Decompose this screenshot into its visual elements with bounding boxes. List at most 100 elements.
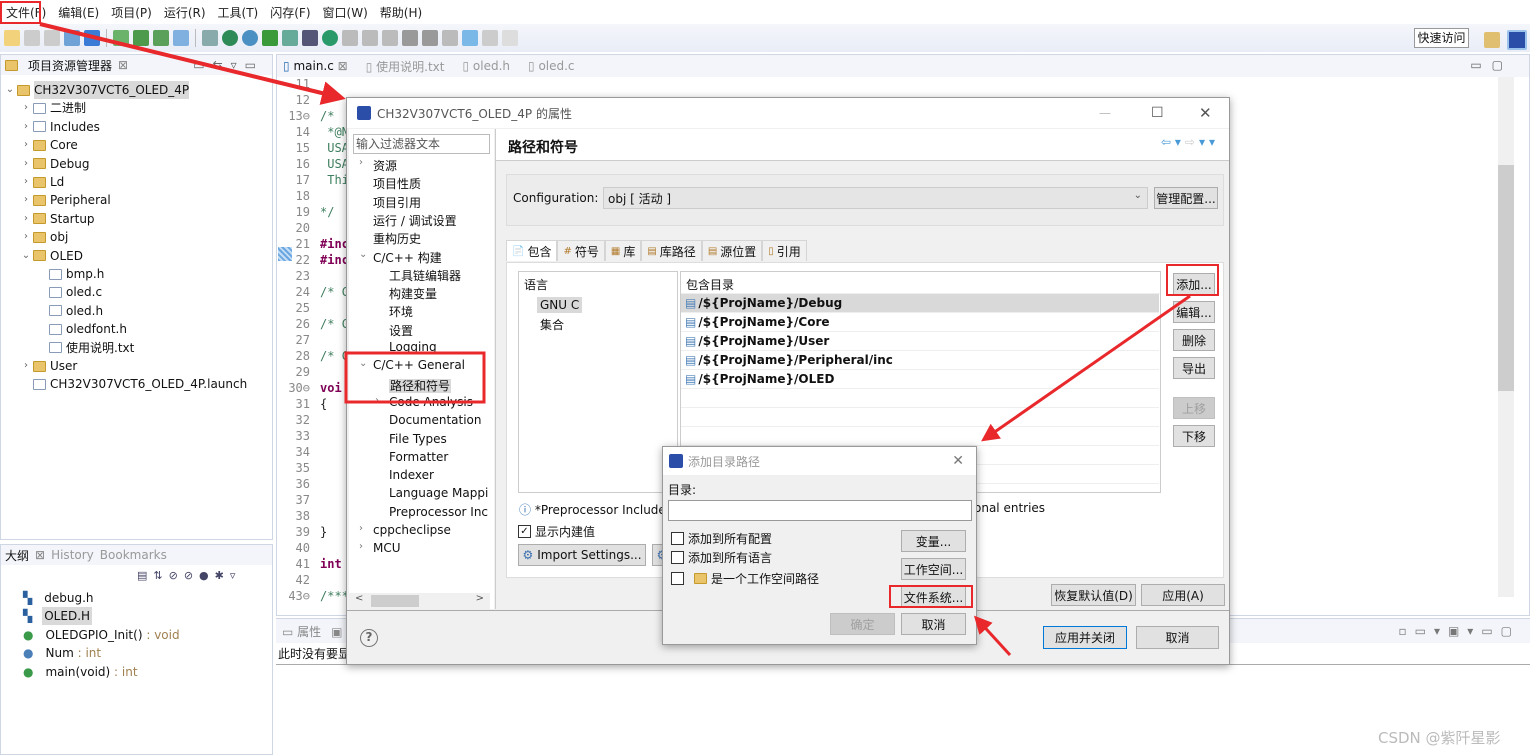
nav-item[interactable]: 项目性质 bbox=[373, 175, 421, 192]
outline-item[interactable]: ▚ OLED.H bbox=[23, 607, 93, 626]
nav-item[interactable]: 设置 bbox=[389, 322, 413, 339]
close-icon[interactable]: ⊠ bbox=[118, 58, 128, 72]
save-all-icon[interactable] bbox=[44, 30, 60, 46]
include-path-row[interactable]: ▤/${ProjName}/Peripheral/inc bbox=[681, 351, 1159, 370]
menu-flash[interactable]: 闪存(F) bbox=[264, 4, 316, 21]
open-type-icon[interactable] bbox=[282, 30, 298, 46]
terminal-icon[interactable] bbox=[302, 30, 318, 46]
chevron-right-icon[interactable]: › bbox=[19, 155, 33, 173]
tree-item[interactable]: CH32V307VCT6_OLED_4P.launch bbox=[19, 375, 247, 393]
code-line[interactable]: /* C bbox=[320, 285, 349, 299]
nav-item[interactable]: Language Mappi bbox=[389, 486, 488, 500]
add-to-all-configs-checkbox[interactable]: 添加到所有配置 bbox=[671, 530, 772, 547]
code-line[interactable]: { bbox=[320, 397, 327, 411]
debug-icon[interactable] bbox=[222, 30, 238, 46]
close-button[interactable]: ✕ bbox=[952, 453, 964, 469]
tree-item[interactable]: bmp.h bbox=[35, 265, 104, 283]
layers-icon[interactable] bbox=[153, 30, 169, 46]
nav-item[interactable]: 运行 / 调试设置 bbox=[373, 212, 457, 229]
workspace-button[interactable]: 工作空间... bbox=[901, 558, 966, 580]
tree-item[interactable]: 使用说明.txt bbox=[35, 339, 134, 357]
maximize-button[interactable]: ☐ bbox=[1151, 105, 1164, 121]
help-icon[interactable]: ? bbox=[360, 629, 378, 647]
nav-item[interactable]: Formatter bbox=[389, 450, 448, 464]
outline-item[interactable]: ● Num : int bbox=[23, 644, 103, 662]
delete-button[interactable]: 删除 bbox=[1173, 329, 1215, 351]
nav-horizontal-scrollbar[interactable]: < > bbox=[349, 593, 490, 609]
editor-window-controls[interactable]: ▭▢ bbox=[1470, 58, 1513, 72]
view-toolbar-icons[interactable]: ▫▭▾▣▾▭▢ bbox=[1398, 624, 1520, 638]
nav-item[interactable]: File Types bbox=[389, 432, 447, 446]
code-line[interactable]: /*** bbox=[320, 589, 349, 603]
tab-oled-c[interactable]: ▯ oled.c bbox=[528, 59, 575, 73]
menu-help[interactable]: 帮助(H) bbox=[374, 4, 428, 21]
export-button[interactable]: 导出 bbox=[1173, 357, 1215, 379]
code-line[interactable]: Thi bbox=[320, 173, 349, 187]
move-down-button[interactable]: 下移 bbox=[1173, 425, 1215, 447]
menu-project[interactable]: 项目(P) bbox=[105, 4, 158, 21]
open-perspective-icon[interactable] bbox=[1484, 32, 1500, 48]
nav-item[interactable]: › MCU bbox=[359, 541, 401, 555]
code-line[interactable]: USA bbox=[320, 141, 349, 155]
search-icon[interactable] bbox=[242, 30, 258, 46]
add-to-all-languages-checkbox[interactable]: 添加到所有语言 bbox=[671, 549, 772, 566]
nav-item[interactable]: 构建变量 bbox=[389, 285, 437, 302]
menu-run[interactable]: 运行(R) bbox=[158, 4, 212, 21]
new-icon[interactable] bbox=[4, 30, 20, 46]
tree-item[interactable]: › Ld bbox=[19, 173, 64, 191]
directory-input[interactable] bbox=[668, 500, 972, 521]
nav-item[interactable]: Logging bbox=[389, 340, 437, 354]
scrollbar-thumb[interactable] bbox=[1498, 165, 1514, 391]
project-explorer-title[interactable]: 项目资源管理器 bbox=[28, 57, 112, 74]
variables-button[interactable]: 变量... bbox=[901, 530, 966, 552]
tab-readme-txt[interactable]: ▯ 使用说明.txt bbox=[366, 58, 445, 75]
code-line[interactable]: #inc bbox=[320, 253, 349, 267]
apply-button[interactable]: 应用(A) bbox=[1141, 584, 1225, 606]
nav-item[interactable]: ⌄ C/C++ General bbox=[359, 358, 465, 372]
scrollbar-thumb[interactable] bbox=[371, 595, 419, 607]
cancel-button[interactable]: 取消 bbox=[1136, 626, 1219, 649]
nav-item[interactable]: › Code Analysis bbox=[375, 395, 473, 409]
tree-item[interactable]: › Includes bbox=[19, 118, 100, 136]
nav-item[interactable]: 路径和符号 bbox=[389, 377, 452, 394]
last-edit-icon[interactable] bbox=[442, 30, 458, 46]
edit-button[interactable]: 编辑... bbox=[1173, 301, 1215, 323]
download-icon[interactable] bbox=[113, 30, 129, 46]
code-line[interactable]: voi bbox=[320, 381, 342, 395]
erase-icon[interactable] bbox=[173, 30, 189, 46]
tab-properties[interactable]: ▭ 属性 bbox=[282, 623, 321, 640]
build-config-icon[interactable] bbox=[64, 30, 80, 46]
move-up-button[interactable]: 上移 bbox=[1173, 397, 1215, 419]
tree-item[interactable]: oledfont.h bbox=[35, 320, 127, 338]
chevron-down-icon[interactable]: ⌄ bbox=[3, 81, 17, 99]
tree-item[interactable]: › User bbox=[19, 357, 77, 375]
menu-window[interactable]: 窗口(W) bbox=[317, 4, 374, 21]
include-path-row[interactable]: ▤/${ProjName}/User bbox=[681, 332, 1159, 351]
code-line[interactable]: /* bbox=[320, 109, 334, 123]
import-settings-button[interactable]: ⚙ Import Settings... bbox=[518, 544, 646, 566]
step-icon[interactable] bbox=[382, 30, 398, 46]
breakpoint-marker[interactable] bbox=[278, 247, 292, 261]
nav-item[interactable]: 环境 bbox=[389, 303, 413, 320]
apply-and-close-button[interactable]: 应用并关闭 bbox=[1043, 626, 1127, 649]
nav-item[interactable]: Documentation bbox=[389, 413, 482, 427]
ok-button[interactable]: 确定 bbox=[830, 613, 895, 635]
restore-defaults-button[interactable]: 恢复默认值(D) bbox=[1051, 584, 1136, 606]
chevron-right-icon[interactable]: › bbox=[19, 357, 33, 375]
outline-item[interactable]: ● main(void) : int bbox=[23, 663, 140, 681]
chevron-right-icon[interactable]: › bbox=[19, 191, 33, 209]
settings-tab[interactable]: ▤ 库路径 bbox=[641, 240, 702, 261]
tree-item[interactable]: › obj bbox=[19, 228, 68, 246]
settings-tab[interactable]: 📄 包含 bbox=[506, 240, 558, 261]
cancel-button[interactable]: 取消 bbox=[901, 613, 966, 635]
tree-item[interactable]: › Peripheral bbox=[19, 191, 111, 209]
code-line[interactable]: /* C bbox=[320, 349, 349, 363]
code-line[interactable]: *@N bbox=[320, 125, 349, 139]
filter-input[interactable]: 输入过滤器文本 bbox=[353, 134, 490, 154]
language-list[interactable]: 语言 GNU C 集合 bbox=[518, 271, 678, 493]
build-icon[interactable] bbox=[84, 30, 100, 46]
code-line[interactable]: USA bbox=[320, 157, 349, 171]
flash-icon[interactable] bbox=[133, 30, 149, 46]
menu-file[interactable]: 文件(F) bbox=[0, 4, 52, 21]
chevron-right-icon[interactable]: › bbox=[19, 99, 33, 117]
